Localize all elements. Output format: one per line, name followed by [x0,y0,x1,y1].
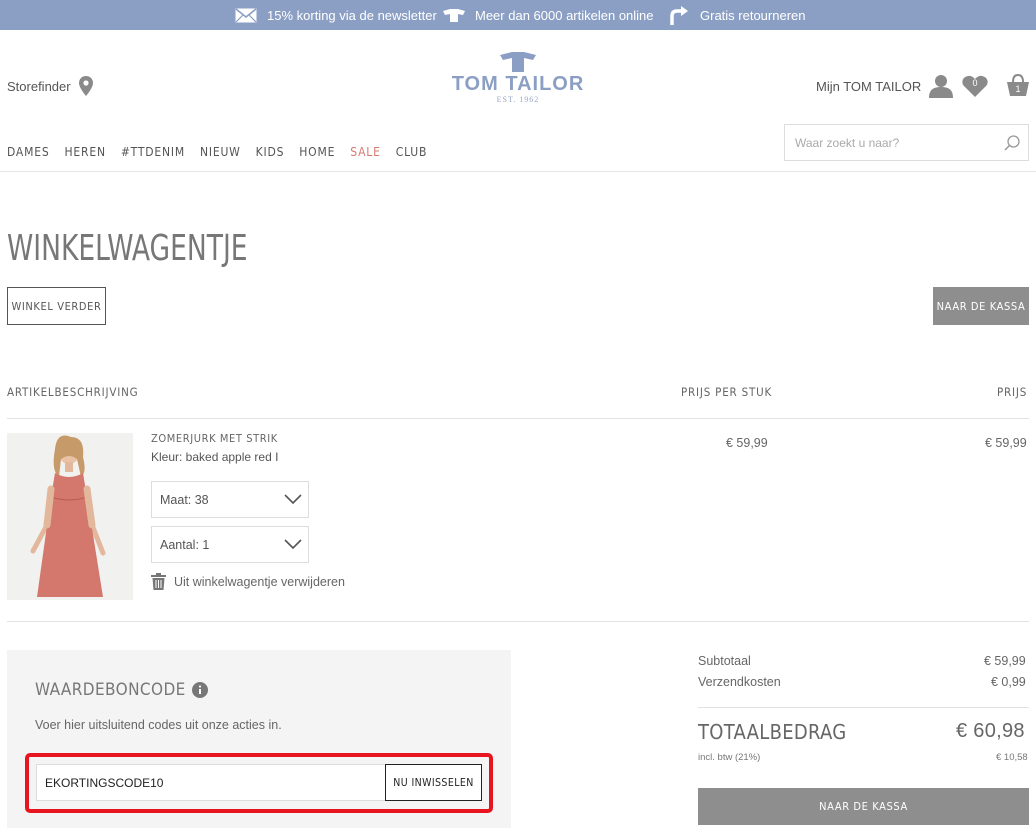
nav-item-sale[interactable]: SALE [350,145,381,159]
promo-label: Meer dan 6000 artikelen online [475,7,654,23]
redeem-button[interactable]: NU INWISSELEN [385,764,482,801]
nav-item-club[interactable]: CLUB [396,145,427,159]
logo-tshirt-icon [500,52,536,72]
storefinder-label: Storefinder [7,78,71,94]
search-input[interactable] [785,135,995,150]
nav-item-nieuw[interactable]: NIEUW [200,145,241,159]
nav-item-heren[interactable]: HEREN [64,145,105,159]
voucher-title: WAARDEBONCODE [35,680,186,700]
product-color: Kleur: baked apple red I [151,450,279,464]
voucher-code-value: EKORTINGSCODE10 [45,775,164,790]
promo-bar: 15% korting via de newsletter Meer dan 6… [0,0,1036,30]
account-label: Mijn TOM TAILOR [816,78,922,94]
account-link[interactable]: Mijn TOM TAILOR [816,74,954,98]
vat-value: € 10,58 [996,752,1028,763]
location-pin-icon [78,76,93,96]
checkout-button-bottom[interactable]: NAAR DE KASSA [698,788,1029,825]
table-divider [7,418,1029,419]
size-value: Maat: 38 [160,492,209,507]
chevron-down-icon [284,494,302,505]
promo-label: 15% korting via de newsletter [267,7,437,23]
promo-newsletter[interactable]: 15% korting via de newsletter [235,0,437,30]
remove-item-label: Uit winkelwagentje verwijderen [174,574,345,589]
size-select[interactable]: Maat: 38 [151,481,309,518]
envelope-icon [235,7,257,22]
subtotal-value: € 59,99 [984,654,1026,668]
column-header-unit-price: PRIJS PER STUK [681,385,773,399]
chevron-down-icon [284,539,302,550]
remove-item-link[interactable]: Uit winkelwagentje verwijderen [151,573,345,590]
voucher-description: Voer hier uitsluitend codes uit onze act… [35,718,282,732]
product-image[interactable] [7,433,133,600]
continue-shopping-button[interactable]: WINKEL VERDER [7,287,106,325]
quantity-select[interactable]: Aantal: 1 [151,526,309,563]
wishlist-count: 0 [972,78,978,88]
nav-item-kids[interactable]: KIDS [256,145,285,159]
promo-returns: Gratis retourneren [668,0,806,30]
search-icon[interactable] [1004,135,1020,151]
unit-price: € 59,99 [726,436,768,450]
cart-button[interactable]: 1 [1006,73,1030,102]
column-header-description: ARTIKELBESCHRIJVING [7,385,139,399]
page-title: WINKELWAGENTJE [7,228,248,269]
total-label: TOTAALBEDRAG [698,720,847,744]
product-name[interactable]: ZOMERJURK MET STRIK [151,432,278,445]
nav-item-ttdenim[interactable]: #TTDENIM [121,145,185,159]
cart-count: 1 [1015,84,1021,94]
tom-tailor-logo[interactable]: TOM TAILOR EST. 1962 [441,52,595,110]
wishlist-button[interactable]: 0 [962,75,988,102]
header-divider [0,171,1036,172]
info-icon[interactable] [191,682,208,698]
checkout-button-top[interactable]: NAAR DE KASSA [933,287,1029,325]
subtotal-label: Subtotaal [698,654,751,668]
voucher-panel: WAARDEBONCODE Voer hier uitsluitend code… [7,650,511,828]
tshirt-icon [443,8,465,22]
storefinder-link[interactable]: Storefinder [7,76,93,96]
line-price: € 59,99 [985,436,1027,450]
quantity-value: Aantal: 1 [160,537,210,552]
table-divider [7,621,1029,622]
nav-item-dames[interactable]: DAMES [7,145,49,159]
nav-item-home[interactable]: HOME [299,145,335,159]
total-value: € 60,98 [956,720,1025,742]
main-nav: DAMES HEREN #TTDENIM NIEUW KIDS HOME SAL… [7,145,442,159]
return-arrow-icon [670,6,688,25]
trash-icon [151,573,166,590]
voucher-heading: WAARDEBONCODE [35,680,208,700]
shipping-label: Verzendkosten [698,675,781,689]
vat-label: incl. btw (21%) [698,752,761,763]
logo-brand: TOM TAILOR [451,73,585,95]
column-header-price: PRIJS [997,385,1028,399]
product-photo-dress [7,433,133,600]
user-icon [929,75,954,98]
promo-articles: Meer dan 6000 artikelen online [443,0,654,30]
logo-est: EST. 1962 [496,95,540,104]
search-box [784,124,1029,161]
totals-divider [698,707,1029,708]
shipping-value: € 0,99 [991,675,1026,689]
promo-label: Gratis retourneren [700,7,806,23]
